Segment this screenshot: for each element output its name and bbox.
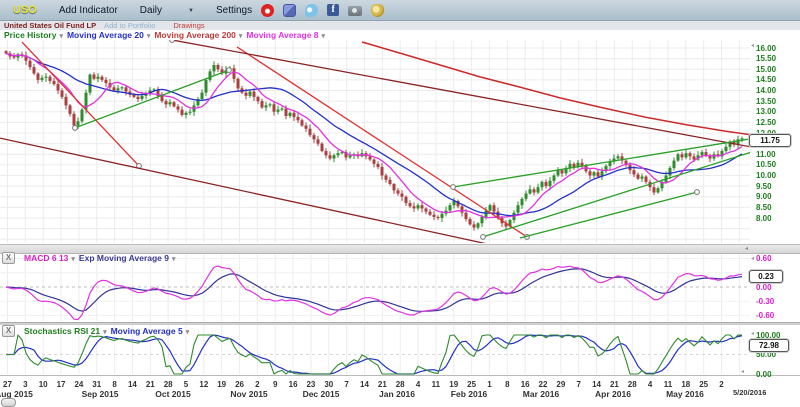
stoch-pane-legend: X Stochastics RSI 21 Moving Average 5 (2, 325, 189, 337)
axis-collapse-icon[interactable]: ◂ (751, 42, 754, 49)
price-axis-label: 8.00 (756, 214, 772, 223)
price-axis-label: 14.00 (756, 86, 776, 95)
price-chart-canvas[interactable] (0, 0, 800, 406)
price-axis-label: 10.00 (756, 171, 776, 180)
scroll-left-icon[interactable]: ◂ (745, 245, 748, 253)
axis-border (0, 375, 800, 376)
macd-pane-legend: X MACD 6 13 Exp Moving Average 9 (2, 252, 176, 264)
close-icon[interactable]: X (2, 252, 15, 264)
close-icon[interactable]: X (2, 325, 15, 337)
facebook-icon[interactable]: f (327, 4, 339, 16)
price-axis-label: 9.50 (756, 182, 772, 191)
legend-item-macd-6-13[interactable]: MACD 6 13 (24, 253, 75, 263)
price-axis-label: 15.50 (756, 54, 776, 63)
camera-icon[interactable] (348, 6, 362, 16)
bell-icon[interactable] (371, 4, 384, 17)
macd-axis-label: -0.30 (756, 297, 774, 306)
last-price-badge: 11.75 (749, 134, 791, 147)
symbol-label: USO (13, 4, 37, 16)
top-toolbar: USO Add Indicator Daily Settings f (0, 0, 800, 21)
twitter-icon[interactable] (305, 4, 318, 17)
cube-icon[interactable] (283, 4, 296, 17)
price-axis-label: 8.50 (756, 203, 772, 212)
axis-collapse-icon[interactable]: ◂ (741, 368, 744, 375)
price-axis-label: 16.00 (756, 44, 776, 53)
price-axis-label: 13.00 (756, 107, 776, 116)
legend-item-moving-average-20[interactable]: Moving Average 20 (67, 30, 150, 40)
price-axis-label: 15.00 (756, 65, 776, 74)
legend-item-exp-moving-average-9[interactable]: Exp Moving Average 9 (79, 253, 176, 263)
macd-value-badge: 0.23 (749, 270, 783, 283)
stoch-axis-label: 0.00 (756, 370, 772, 379)
symbol-subheader: United States Oil Fund LP Add to Portfol… (0, 21, 800, 30)
price-axis-label: 12.50 (756, 118, 776, 127)
add-to-portfolio-link[interactable]: Add to Portfolio (104, 21, 155, 30)
macd-axis-label: 0.00 (756, 283, 772, 292)
legend-item-moving-average-5[interactable]: Moving Average 5 (111, 326, 190, 336)
period-dropdown[interactable]: Daily (140, 5, 194, 16)
add-indicator-button[interactable]: Add Indicator (59, 5, 118, 16)
axis-collapse-icon[interactable]: ◂ (751, 330, 754, 337)
macd-axis-label: 0.60 (756, 254, 772, 263)
fund-name: United States Oil Fund LP (4, 21, 96, 30)
legend-item-price-history[interactable]: Price History (4, 30, 63, 40)
alarm-icon[interactable] (261, 4, 274, 17)
drawings-link[interactable]: Drawings (173, 21, 204, 30)
price-pane-legend: Price History Moving Average 20 Moving Ave… (4, 30, 325, 40)
settings-button[interactable]: Settings (216, 5, 252, 16)
price-axis-label: 13.50 (756, 97, 776, 106)
legend-item-moving-average-200[interactable]: Moving Average 200 (154, 30, 242, 40)
price-axis-label: 9.00 (756, 192, 772, 201)
axis-collapse-icon[interactable]: ◂ (751, 255, 754, 262)
price-axis-label: 10.50 (756, 160, 776, 169)
macd-axis-label: -0.60 (756, 311, 774, 320)
legend-item-stochastics-rsi-21[interactable]: Stochastics RSI 21 (24, 326, 107, 336)
price-axis-label: 14.50 (756, 75, 776, 84)
legend-item-moving-average-8[interactable]: Moving Average 8 (246, 30, 325, 40)
stoch-value-badge: 72.98 (749, 339, 789, 352)
price-axis-label: 11.00 (756, 150, 776, 159)
